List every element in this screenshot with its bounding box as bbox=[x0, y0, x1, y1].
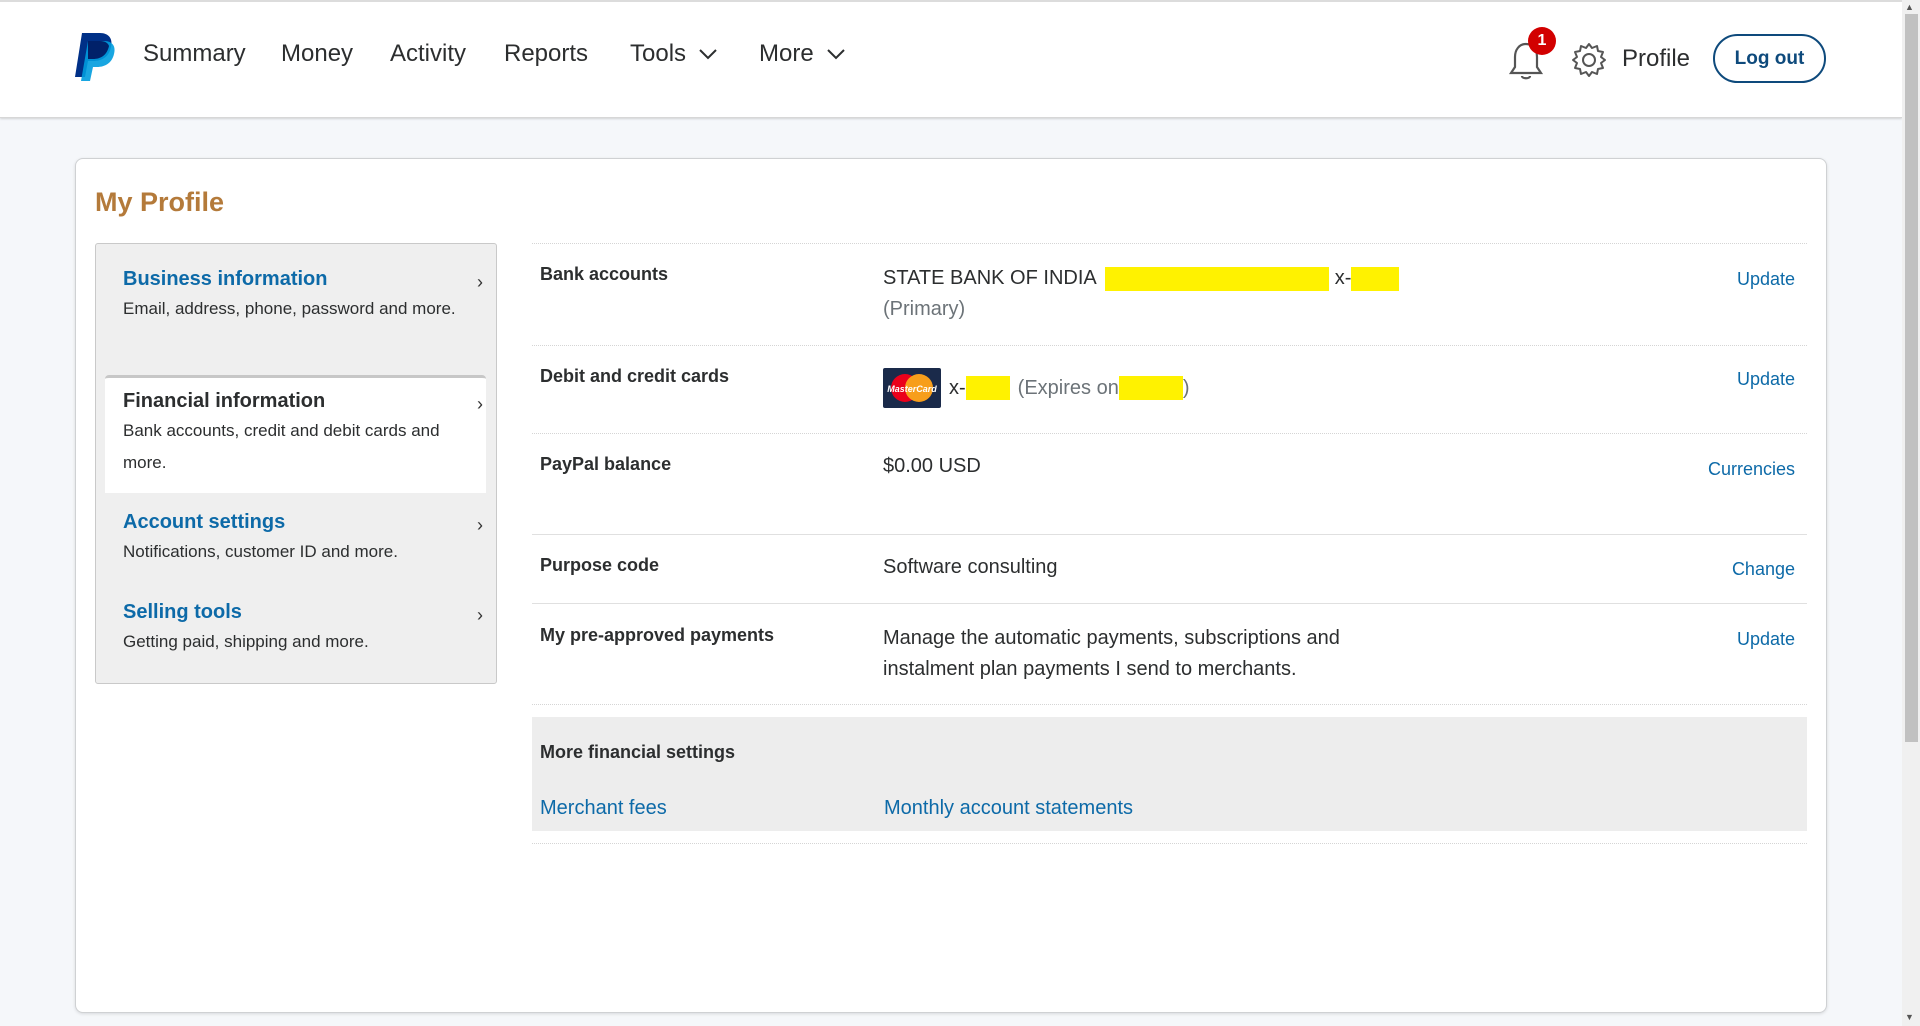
mastercard-text: MasterCard bbox=[887, 384, 937, 394]
purpose-change-link[interactable]: Change bbox=[1732, 559, 1795, 580]
paypal-balance-value: $0.00 USD bbox=[883, 455, 981, 477]
sidebar-item-title: Account settings bbox=[123, 511, 286, 533]
redacted-card-number bbox=[965, 376, 1010, 400]
expires-prefix: (Expires on bbox=[1017, 376, 1119, 399]
row-divider bbox=[532, 345, 1807, 346]
sidebar-item-desc: Bank accounts, credit and debit cards an… bbox=[123, 421, 440, 472]
primary-tag: (Primary) bbox=[883, 298, 966, 320]
chevron-right-icon: › bbox=[477, 394, 483, 414]
chevron-right-icon: › bbox=[477, 272, 483, 292]
row-divider bbox=[532, 843, 1807, 844]
preapproved-payments-label: My pre-approved payments bbox=[540, 625, 775, 645]
paypal-logo-icon[interactable] bbox=[72, 31, 116, 81]
row-divider bbox=[532, 704, 1807, 705]
row-divider bbox=[532, 603, 1807, 604]
sidebar-item-desc: Notifications, customer ID and more. bbox=[123, 542, 398, 561]
card-mask-prefix: x- bbox=[949, 376, 966, 399]
chevron-down-icon bbox=[826, 49, 845, 60]
sidebar-item-title: Selling tools bbox=[123, 601, 242, 623]
preapproved-line-1: Manage the automatic payments, subscript… bbox=[883, 627, 1340, 649]
nav-tools[interactable]: Tools bbox=[630, 40, 718, 68]
profile-link[interactable]: Profile bbox=[1622, 45, 1690, 73]
row-divider bbox=[532, 243, 1807, 244]
sidebar-item-desc: Getting paid, shipping and more. bbox=[123, 632, 369, 651]
nav-money-label: Money bbox=[281, 40, 354, 67]
nav-reports-label: Reports bbox=[504, 40, 589, 67]
sidebar-item-desc: Email, address, phone, password and more… bbox=[123, 299, 456, 318]
more-financial-settings-title: More financial settings bbox=[540, 742, 736, 762]
currencies-link[interactable]: Currencies bbox=[1708, 459, 1795, 480]
redacted-expiry-date bbox=[1118, 376, 1183, 400]
cards-update-link[interactable]: Update bbox=[1737, 369, 1795, 390]
sidebar-item-account-settings[interactable]: Account settings Notifications, customer… bbox=[123, 511, 483, 568]
row-divider bbox=[532, 534, 1807, 535]
page-title: My Profile bbox=[95, 187, 225, 217]
nav-money[interactable]: Money bbox=[281, 40, 353, 68]
chevron-right-icon: › bbox=[477, 605, 483, 625]
nav-summary-label: Summary bbox=[143, 40, 246, 67]
bank-update-link[interactable]: Update bbox=[1737, 269, 1795, 290]
notification-count-badge: 1 bbox=[1528, 27, 1556, 55]
redacted-account-name bbox=[1105, 266, 1330, 291]
bank-accounts-label: Bank accounts bbox=[540, 264, 669, 284]
preapproved-line-2: instalment plan payments I send to merch… bbox=[883, 658, 1297, 680]
nav-more-label: More bbox=[759, 40, 814, 67]
scroll-up-arrow-icon[interactable]: ▲ bbox=[1905, 2, 1914, 12]
mastercard-logo-icon: MasterCard bbox=[883, 368, 941, 408]
merchant-fees-link[interactable]: Merchant fees bbox=[540, 797, 667, 820]
gear-icon[interactable] bbox=[1571, 42, 1607, 78]
nav-tools-label: Tools bbox=[630, 40, 687, 67]
bank-account-value: STATE BANK OF INDIA x- (Primary) bbox=[883, 263, 1400, 325]
chevron-right-icon: › bbox=[477, 515, 483, 535]
sidebar-item-financial-information[interactable]: Financial information Bank accounts, cre… bbox=[123, 390, 483, 479]
nav-reports[interactable]: Reports bbox=[504, 40, 588, 68]
monthly-statements-link[interactable]: Monthly account statements bbox=[884, 797, 1133, 820]
sidebar-item-title: Business information bbox=[123, 268, 328, 290]
preapproved-payments-value: Manage the automatic payments, subscript… bbox=[883, 623, 1340, 685]
sidebar-item-selling-tools[interactable]: Selling tools Getting paid, shipping and… bbox=[123, 601, 483, 658]
nav-summary[interactable]: Summary bbox=[143, 40, 246, 68]
logout-button[interactable]: Log out bbox=[1713, 34, 1826, 83]
purpose-code-value: Software consulting bbox=[883, 556, 1058, 578]
sidebar-item-business-information[interactable]: Business information Email, address, pho… bbox=[123, 268, 483, 325]
cards-label: Debit and credit cards bbox=[540, 366, 730, 386]
more-financial-settings-panel bbox=[532, 717, 1807, 831]
row-divider bbox=[532, 433, 1807, 434]
paypal-balance-label: PayPal balance bbox=[540, 454, 672, 474]
bank-mask-prefix: x- bbox=[1334, 267, 1352, 289]
bank-name: STATE BANK OF INDIA bbox=[883, 267, 1096, 289]
redacted-account-number bbox=[1351, 266, 1400, 291]
purpose-code-label: Purpose code bbox=[540, 555, 660, 575]
nav-activity-label: Activity bbox=[390, 40, 467, 67]
scrollbar-thumb[interactable] bbox=[1905, 14, 1918, 742]
expires-suffix: ) bbox=[1182, 376, 1190, 399]
chevron-down-icon bbox=[699, 49, 717, 60]
preapproved-update-link[interactable]: Update bbox=[1737, 629, 1795, 650]
sidebar-item-title: Financial information bbox=[123, 390, 326, 412]
scroll-down-arrow-icon[interactable]: ▼ bbox=[1905, 1012, 1914, 1022]
card-value: MasterCard x- (Expires on ) bbox=[883, 368, 1190, 408]
nav-more[interactable]: More bbox=[759, 40, 846, 68]
nav-activity[interactable]: Activity bbox=[390, 40, 466, 68]
